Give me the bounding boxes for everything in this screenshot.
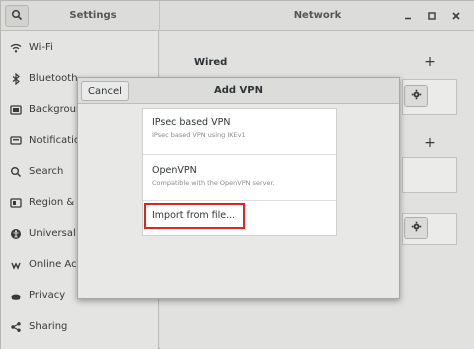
maximize-icon (427, 11, 437, 21)
vpn-option-openvpn[interactable]: OpenVPN Compatible with the OpenVPN serv… (143, 154, 336, 200)
close-icon (451, 11, 461, 21)
vpn-option-description: IPsec based VPN using IKEv1 (152, 131, 246, 139)
vpn-option-name: IPsec based VPN (152, 117, 231, 128)
maximize-button[interactable] (425, 9, 439, 23)
add-vpn-dialog: Cancel Add VPN IPsec based VPN IPsec bas… (77, 77, 400, 299)
settings-title: Settings (69, 10, 117, 21)
header-bar: Settings Network (1, 1, 474, 31)
dialog-header: Cancel Add VPN (78, 78, 399, 104)
minimize-button[interactable] (401, 9, 415, 23)
minimize-icon (403, 11, 413, 21)
vpn-option-description: Compatible with the OpenVPN server. (152, 179, 275, 187)
settings-window: Settings Network Wi-Fi Bluetooth Backgro… (0, 0, 474, 349)
search-button[interactable] (5, 5, 29, 27)
close-button[interactable] (449, 9, 463, 23)
import-highlight-box (144, 203, 245, 229)
vpn-option-ipsec[interactable]: IPsec based VPN IPsec based VPN using IK… (143, 109, 336, 154)
search-icon (11, 9, 23, 24)
cancel-button[interactable]: Cancel (81, 81, 129, 101)
vpn-option-name: OpenVPN (152, 165, 197, 176)
